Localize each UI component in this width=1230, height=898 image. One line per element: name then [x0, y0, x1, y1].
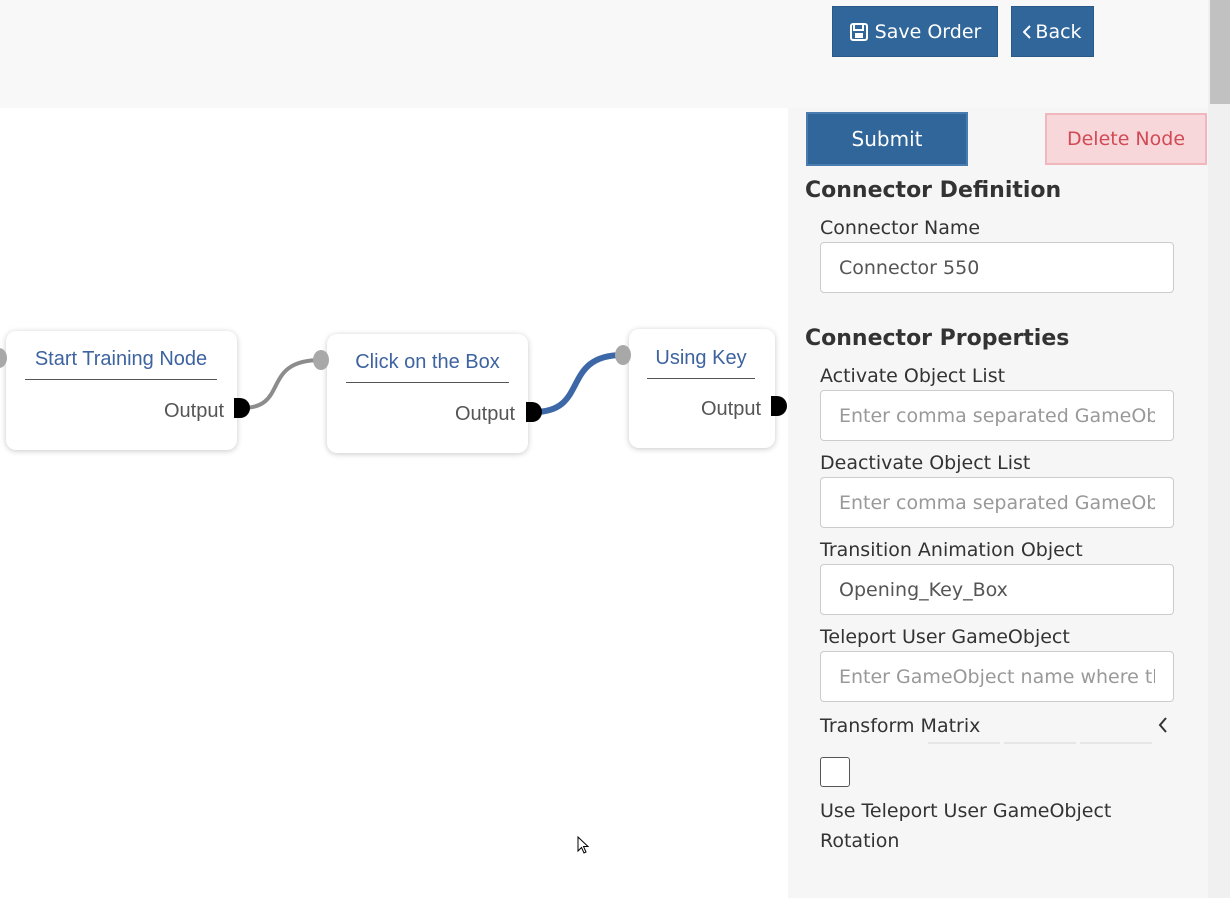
node-output-label: Output [455, 403, 516, 425]
transition-animation-label: Transition Animation Object [820, 539, 1083, 561]
input-port[interactable] [615, 345, 631, 365]
transform-matrix-label: Transform Matrix [820, 715, 981, 737]
teleport-rotation-checkbox[interactable] [820, 757, 850, 787]
matrix-cell[interactable] [1080, 742, 1152, 744]
graph-node-start-training[interactable]: Start Training Node Output [6, 331, 237, 450]
deactivate-object-list-input[interactable] [820, 477, 1174, 528]
activate-object-list-input[interactable] [820, 390, 1174, 441]
node-output-label: Output [164, 400, 225, 422]
mouse-cursor-icon [577, 835, 591, 860]
matrix-cell[interactable] [928, 742, 1000, 744]
wire-layer [241, 352, 624, 415]
back-label: Back [1035, 20, 1082, 43]
save-order-label: Save Order [874, 20, 982, 43]
scrollbar-track[interactable] [1208, 0, 1230, 898]
teleport-user-input[interactable] [820, 651, 1174, 702]
node-title: Start Training Node [25, 348, 217, 380]
wire-start-to-click[interactable] [241, 358, 322, 410]
submit-button[interactable]: Submit [806, 112, 968, 166]
graph-node-using-key[interactable]: Using Key Output [629, 329, 775, 448]
teleport-rotation-label: Use Teleport User GameObject Rotation [820, 800, 1112, 852]
connector-name-input[interactable] [820, 242, 1174, 293]
connector-properties-title: Connector Properties [805, 326, 1070, 351]
scrollbar-thumb[interactable] [1210, 0, 1230, 104]
node-title: Using Key [647, 347, 755, 379]
chevron-left-icon [1023, 24, 1032, 39]
activate-object-list-label: Activate Object List [820, 365, 1006, 387]
deactivate-object-list-label: Deactivate Object List [820, 452, 1031, 474]
node-output-label: Output [701, 398, 762, 420]
connector-name-label: Connector Name [820, 217, 981, 239]
save-order-button[interactable]: Save Order [832, 6, 998, 57]
chevron-left-icon[interactable] [1155, 713, 1171, 737]
graph-node-click-box[interactable]: Click on the Box Output [327, 334, 528, 453]
connector-definition-title: Connector Definition [805, 178, 1062, 203]
node-title: Click on the Box [346, 351, 509, 383]
teleport-user-label: Teleport User GameObject [820, 626, 1070, 648]
input-port[interactable] [313, 350, 329, 370]
transition-animation-input[interactable] [820, 564, 1174, 615]
back-button[interactable]: Back [1011, 6, 1094, 57]
wire-click-to-key[interactable] [533, 352, 624, 415]
node-graph-canvas[interactable]: Start Training Node Output Click on the … [0, 108, 788, 898]
floppy-disk-icon [849, 22, 869, 42]
delete-node-button[interactable]: Delete Node [1045, 113, 1207, 165]
matrix-cell[interactable] [1004, 742, 1076, 744]
